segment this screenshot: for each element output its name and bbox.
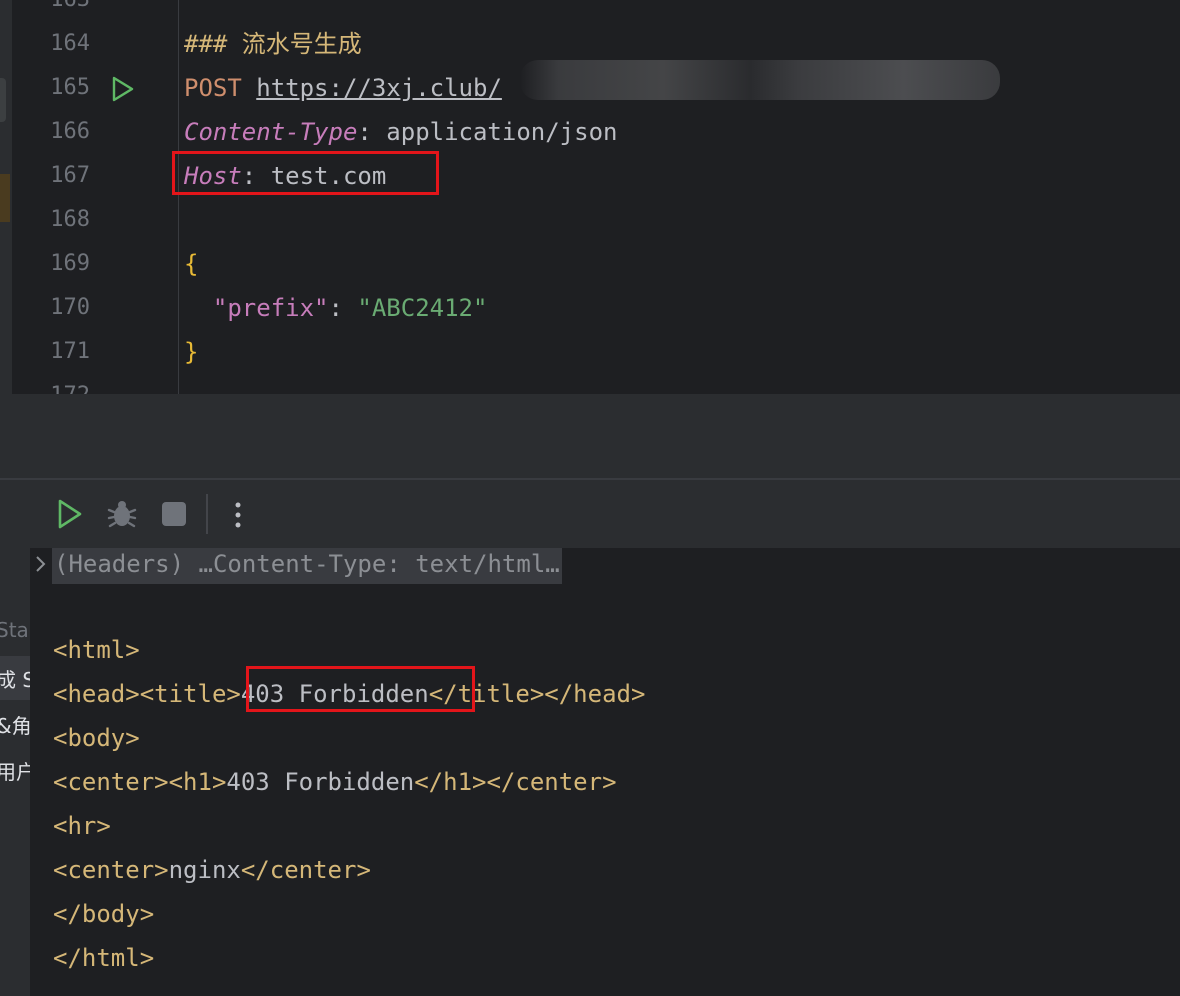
code-text: { xyxy=(184,242,198,286)
stop-button[interactable] xyxy=(160,500,188,532)
line-number: 172 xyxy=(20,374,90,394)
code-token: "ABC2412" xyxy=(357,294,488,322)
response-token: <html> xyxy=(53,636,140,664)
line-number: 171 xyxy=(50,339,90,364)
more-options-button[interactable] xyxy=(228,500,248,534)
line-number: 163 xyxy=(20,0,90,22)
code-token: { xyxy=(184,250,199,278)
code-text: "prefix": "ABC2412" xyxy=(184,286,488,330)
editor-line[interactable]: 171} xyxy=(0,330,1180,374)
response-line: </body> xyxy=(53,892,154,936)
response-token: <center> xyxy=(53,856,169,884)
response-token: </html> xyxy=(53,944,155,972)
editor-line[interactable]: 172 xyxy=(0,374,1180,394)
services-tree-item[interactable]: Sta xyxy=(0,618,29,642)
bug-icon xyxy=(107,501,137,528)
editor-line[interactable]: 170 "prefix": "ABC2412" xyxy=(0,286,1180,330)
services-tree-item[interactable]: 成 S xyxy=(0,664,30,693)
response-headers-row[interactable]: (Headers) …Content-Type: text/html… xyxy=(30,548,1180,584)
response-line: <hr> xyxy=(53,804,111,848)
code-token: } xyxy=(184,338,199,366)
line-number: 164 xyxy=(50,31,90,56)
code-token: https://3xj.club/ xyxy=(256,74,502,102)
services-tree-panel[interactable]: Sta 成 S&角用户 xyxy=(0,480,30,996)
code-token: POST xyxy=(184,74,257,102)
redacted-url-area xyxy=(520,60,1000,100)
services-tree-item[interactable]: &角 xyxy=(0,710,30,739)
stop-icon xyxy=(162,502,186,526)
toolbar-separator xyxy=(206,494,208,534)
line-number: 168 xyxy=(50,207,90,232)
line-number: 167 xyxy=(50,163,90,188)
code-token: ### 流水号生成 xyxy=(184,30,362,58)
editor-line[interactable]: 163 xyxy=(0,0,1180,22)
line-number: 166 xyxy=(50,119,90,144)
response-token: </center> xyxy=(240,856,371,884)
editor-line[interactable]: 166 Content-Type: application/json xyxy=(0,110,1180,154)
code-token: "prefix" xyxy=(212,294,329,322)
response-token: <head><title> xyxy=(53,680,241,708)
code-text: ### 流水号生成 xyxy=(184,22,362,66)
response-headers-summary[interactable]: (Headers) …Content-Type: text/html… xyxy=(52,548,562,584)
response-line: <body> xyxy=(53,716,140,760)
http-request-editor[interactable]: 163 164 ### 流水号生成 165 POST https://3xj.club/… xyxy=(0,0,1180,394)
line-number: 169 xyxy=(50,251,90,276)
line-number: 170 xyxy=(50,295,90,320)
code-text: POST https://3xj.club/ xyxy=(184,66,502,110)
response-token: </body> xyxy=(53,900,155,928)
response-line: <center><h1>403 Forbidden</h1></center> xyxy=(53,760,617,804)
run-button[interactable] xyxy=(56,498,84,534)
response-token: <body> xyxy=(53,724,140,752)
ide-window: 163 164 ### 流水号生成 165 POST https://3xj.club/… xyxy=(0,0,1180,996)
response-line: </html> xyxy=(53,936,154,980)
response-token: <center><h1> xyxy=(53,768,227,796)
line-number: 165 xyxy=(50,75,90,100)
editor-line[interactable]: 168 xyxy=(0,198,1180,242)
run-request-icon[interactable] xyxy=(110,76,136,102)
code-token: : application/json xyxy=(357,118,618,146)
chevron-right-icon[interactable] xyxy=(34,552,48,576)
code-token: : xyxy=(328,294,358,322)
more-vertical-icon xyxy=(235,502,241,528)
response-line: <html> xyxy=(53,628,140,672)
response-token: nginx xyxy=(168,856,241,884)
code-text: Content-Type: application/json xyxy=(184,110,617,154)
response-token: </h1></center> xyxy=(414,768,617,796)
panel-divider-strip xyxy=(0,394,1180,480)
services-tree-item[interactable]: 用户 xyxy=(0,756,30,785)
host-header-highlight-box xyxy=(172,151,439,195)
services-panel: Sta 成 S&角用户 xyxy=(0,480,1180,996)
forbidden-title-highlight-box xyxy=(246,666,475,712)
run-icon xyxy=(58,499,82,529)
editor-line[interactable]: 169 { xyxy=(0,242,1180,286)
response-line: <center>nginx</center> xyxy=(53,848,371,892)
code-text: } xyxy=(184,330,198,374)
code-token: Content-Type xyxy=(184,118,358,146)
debug-button[interactable] xyxy=(106,498,138,534)
services-toolbar xyxy=(30,480,1180,548)
response-token: <hr> xyxy=(53,812,111,840)
response-token: 403 Forbidden xyxy=(226,768,415,796)
